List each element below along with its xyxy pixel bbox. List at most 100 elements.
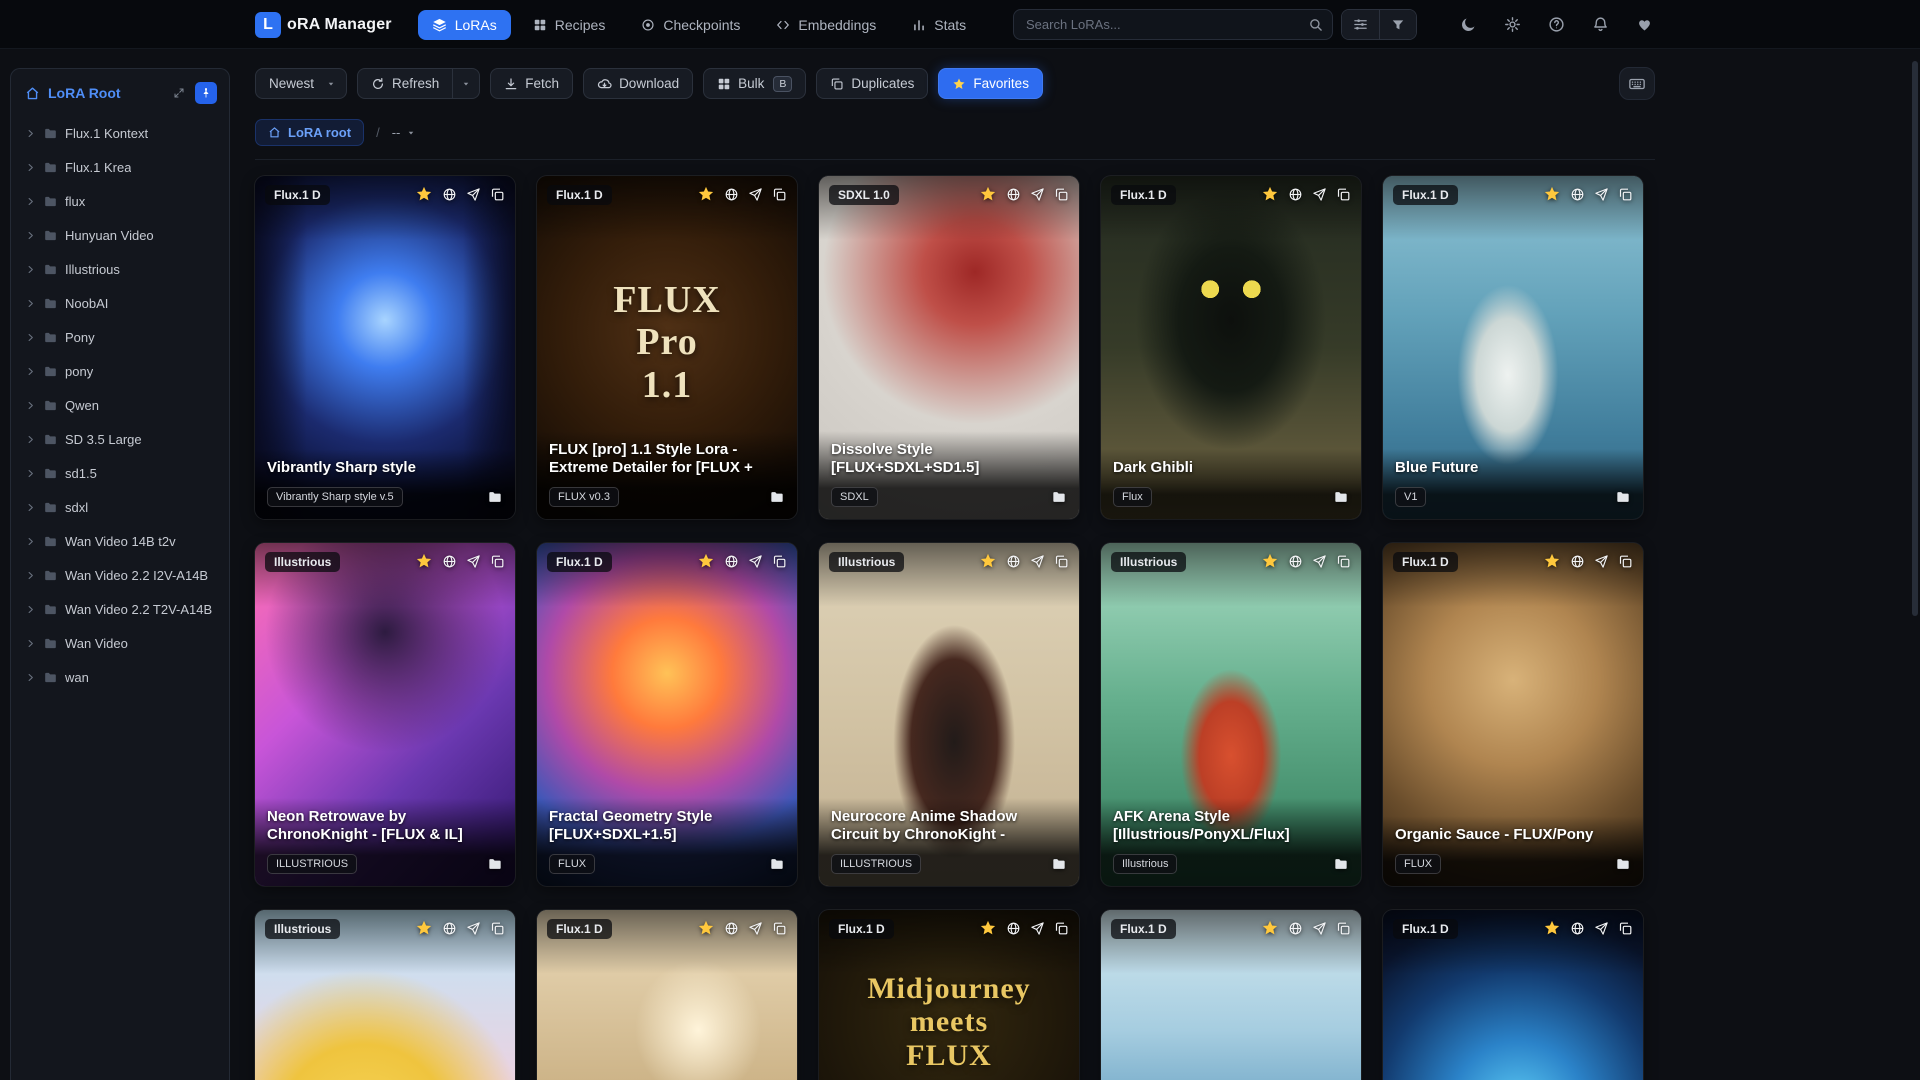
filter-button[interactable] [1379, 10, 1416, 39]
favorite-star-icon[interactable] [415, 552, 433, 570]
send-icon[interactable] [1312, 921, 1327, 936]
send-icon[interactable] [1312, 554, 1327, 569]
copy-icon[interactable] [1618, 187, 1633, 202]
folder-icon[interactable] [1333, 856, 1349, 872]
favorite-star-icon[interactable] [979, 919, 997, 937]
favorites-filter-button[interactable]: Favorites [938, 68, 1043, 99]
refresh-dropdown-button[interactable] [453, 68, 481, 99]
send-icon[interactable] [466, 554, 481, 569]
favorite-star-icon[interactable] [979, 185, 997, 203]
sidebar-folder[interactable]: SD 3.5 Large [17, 422, 223, 456]
favorite-star-icon[interactable] [415, 185, 433, 203]
favorite-star-icon[interactable] [697, 919, 715, 937]
sidebar-folder[interactable]: Qwen [17, 388, 223, 422]
send-icon[interactable] [1594, 921, 1609, 936]
chevron-right-icon[interactable] [25, 536, 36, 547]
send-icon[interactable] [748, 921, 763, 936]
folder-icon[interactable] [769, 489, 785, 505]
lora-card[interactable]: Illustrious Neurocore Anime Shadow Circu… [819, 543, 1079, 886]
favorites-heart-button[interactable] [1629, 10, 1659, 40]
globe-icon[interactable] [1288, 187, 1303, 202]
folder-icon[interactable] [487, 856, 503, 872]
sidebar-folder[interactable]: sdxl [17, 490, 223, 524]
favorite-star-icon[interactable] [1261, 919, 1279, 937]
sort-select[interactable]: Newest [255, 68, 348, 99]
copy-icon[interactable] [490, 921, 505, 936]
copy-icon[interactable] [490, 554, 505, 569]
breadcrumb-folder-dropdown[interactable]: -- [392, 125, 417, 140]
chevron-right-icon[interactable] [25, 570, 36, 581]
copy-icon[interactable] [1054, 554, 1069, 569]
globe-icon[interactable] [442, 554, 457, 569]
chevron-right-icon[interactable] [25, 264, 36, 275]
sidebar-folder[interactable]: Wan Video 2.2 T2V-A14B [17, 592, 223, 626]
chevron-right-icon[interactable] [25, 162, 36, 173]
sort-options-button[interactable] [1342, 10, 1379, 39]
sidebar-folder[interactable]: Flux.1 Kontext [17, 116, 223, 150]
lora-card[interactable]: Illustrious [255, 910, 515, 1080]
copy-icon[interactable] [1618, 921, 1633, 936]
copy-icon[interactable] [1336, 554, 1351, 569]
favorite-star-icon[interactable] [697, 185, 715, 203]
sidebar-folder[interactable]: Wan Video 14B t2v [17, 524, 223, 558]
lora-card[interactable]: Flux.1 D Fractal Geometry Style [FLUX+SD… [537, 543, 797, 886]
chevron-right-icon[interactable] [25, 230, 36, 241]
folder-icon[interactable] [1333, 489, 1349, 505]
sidebar-folder[interactable]: wan [17, 660, 223, 694]
folder-icon[interactable] [487, 489, 503, 505]
favorite-star-icon[interactable] [1543, 919, 1561, 937]
sidebar-folder[interactable]: pony [17, 354, 223, 388]
favorite-star-icon[interactable] [1543, 185, 1561, 203]
folder-icon[interactable] [1615, 489, 1631, 505]
copy-icon[interactable] [772, 554, 787, 569]
search-input[interactable] [1013, 9, 1333, 40]
chevron-right-icon[interactable] [25, 502, 36, 513]
send-icon[interactable] [748, 187, 763, 202]
lora-card[interactable]: Flux.1 D [1101, 910, 1361, 1080]
send-icon[interactable] [1030, 554, 1045, 569]
lora-card[interactable]: Midjourney meets FLUX Flux.1 D [819, 910, 1079, 1080]
sidebar-folder[interactable]: Flux.1 Krea [17, 150, 223, 184]
chevron-right-icon[interactable] [25, 400, 36, 411]
lora-card[interactable]: Flux.1 D Dark Ghibli Flux [1101, 176, 1361, 519]
copy-icon[interactable] [490, 187, 505, 202]
download-button[interactable]: Download [583, 68, 694, 99]
copy-icon[interactable] [1336, 187, 1351, 202]
favorite-star-icon[interactable] [697, 552, 715, 570]
lora-card[interactable]: Illustrious Neon Retrowave by ChronoKnig… [255, 543, 515, 886]
globe-icon[interactable] [1570, 554, 1585, 569]
sidebar-folder[interactable]: Wan Video 2.2 I2V-A14B [17, 558, 223, 592]
folder-icon[interactable] [1615, 856, 1631, 872]
lora-card[interactable]: Flux.1 D Vibrantly Sharp style Vibrantly… [255, 176, 515, 519]
lora-card[interactable]: Flux.1 D Blue Future V1 [1383, 176, 1643, 519]
send-icon[interactable] [1594, 554, 1609, 569]
globe-icon[interactable] [442, 921, 457, 936]
send-icon[interactable] [1030, 187, 1045, 202]
keyboard-shortcuts-button[interactable] [1619, 67, 1655, 100]
globe-icon[interactable] [1288, 921, 1303, 936]
globe-icon[interactable] [724, 187, 739, 202]
sidebar-folder[interactable]: Pony [17, 320, 223, 354]
send-icon[interactable] [466, 921, 481, 936]
breadcrumb-root[interactable]: LoRA root [255, 119, 365, 146]
globe-icon[interactable] [1006, 921, 1021, 936]
nav-tab-recipes[interactable]: Recipes [519, 10, 620, 40]
sidebar-folder[interactable]: NoobAI [17, 286, 223, 320]
chevron-right-icon[interactable] [25, 128, 36, 139]
collapse-tree-button[interactable] [171, 85, 187, 101]
sidebar-folder[interactable]: Hunyuan Video [17, 218, 223, 252]
copy-icon[interactable] [1054, 187, 1069, 202]
favorite-star-icon[interactable] [1261, 185, 1279, 203]
chevron-right-icon[interactable] [25, 434, 36, 445]
nav-tab-loras[interactable]: LoRAs [417, 9, 511, 40]
lora-card[interactable]: Illustrious AFK Arena Style [Illustrious… [1101, 543, 1361, 886]
nav-tab-embeddings[interactable]: Embeddings [762, 10, 890, 40]
page-scrollbar[interactable] [1910, 49, 1920, 1080]
chevron-right-icon[interactable] [25, 298, 36, 309]
chevron-right-icon[interactable] [25, 604, 36, 615]
nav-tab-stats[interactable]: Stats [898, 10, 980, 40]
send-icon[interactable] [1030, 921, 1045, 936]
chevron-right-icon[interactable] [25, 638, 36, 649]
lora-card[interactable]: FLUX Pro 1.1 Flux.1 D FLUX [pro] 1.1 Sty… [537, 176, 797, 519]
lora-card[interactable]: SDXL 1.0 Dissolve Style [FLUX+SDXL+SD1.5… [819, 176, 1079, 519]
